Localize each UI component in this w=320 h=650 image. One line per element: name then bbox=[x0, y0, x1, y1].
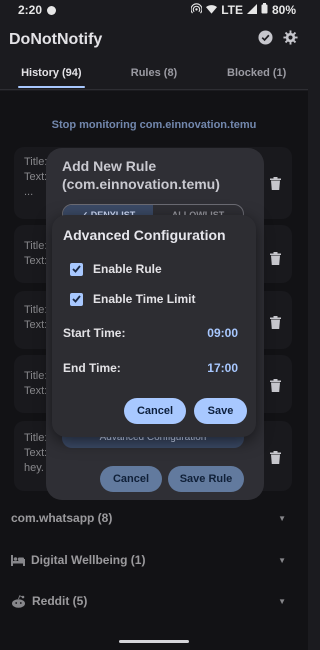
advanced-dialog-title: Advanced Configuration bbox=[63, 227, 226, 243]
enable-time-limit-checkbox[interactable] bbox=[70, 292, 83, 306]
start-time-label: Start Time: bbox=[63, 326, 126, 340]
signal-icon bbox=[246, 3, 257, 17]
network-type: LTE bbox=[221, 3, 243, 17]
tab-bar: History (94) Rules (8) Blocked (1) bbox=[0, 60, 308, 90]
end-time-row[interactable]: End Time: 17:00 bbox=[63, 361, 238, 375]
status-time: 2:20 bbox=[18, 3, 43, 17]
status-bar: 2:20 LTE 80% bbox=[0, 0, 308, 20]
app-actions bbox=[258, 30, 298, 50]
app-bar: DoNotNotify bbox=[0, 22, 308, 58]
delete-icon[interactable] bbox=[270, 177, 281, 195]
delete-icon[interactable] bbox=[270, 379, 281, 397]
advanced-dialog-actions: Cancel Save bbox=[124, 398, 247, 424]
wifi-icon bbox=[206, 3, 218, 17]
app-title: DoNotNotify bbox=[9, 31, 103, 48]
add-rule-cancel-button[interactable]: Cancel bbox=[100, 466, 162, 492]
advanced-save-button[interactable]: Save bbox=[194, 398, 247, 424]
add-rule-title: Add New Rule (com.einnovation.temu) bbox=[62, 158, 220, 192]
check-circle-icon[interactable] bbox=[258, 30, 273, 50]
advanced-configuration-dialog: Advanced Configuration Enable Rule Enabl… bbox=[52, 215, 256, 437]
settings-gear-icon[interactable] bbox=[283, 30, 298, 50]
tab-history[interactable]: History (94) bbox=[0, 60, 103, 89]
enable-rule-row[interactable]: Enable Rule bbox=[70, 262, 162, 276]
battery-icon bbox=[261, 3, 268, 17]
hotspot-icon bbox=[190, 3, 203, 17]
add-rule-actions: Cancel Save Rule bbox=[100, 466, 244, 492]
status-right: LTE 80% bbox=[190, 3, 296, 17]
delete-icon[interactable] bbox=[270, 451, 281, 469]
enable-rule-label: Enable Rule bbox=[93, 262, 162, 276]
start-time-row[interactable]: Start Time: 09:00 bbox=[63, 326, 238, 340]
tab-blocked[interactable]: Blocked (1) bbox=[205, 60, 308, 89]
delete-icon[interactable] bbox=[270, 252, 281, 270]
end-time-value[interactable]: 17:00 bbox=[207, 361, 238, 375]
battery-percent: 80% bbox=[271, 3, 296, 17]
gesture-nav-handle[interactable] bbox=[119, 640, 189, 643]
end-time-label: End Time: bbox=[63, 361, 121, 375]
enable-time-limit-label: Enable Time Limit bbox=[93, 292, 196, 306]
delete-icon[interactable] bbox=[270, 316, 281, 334]
advanced-cancel-button[interactable]: Cancel bbox=[124, 398, 186, 424]
notification-dot-icon bbox=[47, 5, 57, 15]
enable-rule-checkbox[interactable] bbox=[70, 262, 83, 276]
tab-rules[interactable]: Rules (8) bbox=[103, 60, 206, 89]
start-time-value[interactable]: 09:00 bbox=[207, 326, 238, 340]
enable-time-limit-row[interactable]: Enable Time Limit bbox=[70, 292, 195, 306]
save-rule-button[interactable]: Save Rule bbox=[168, 466, 244, 492]
